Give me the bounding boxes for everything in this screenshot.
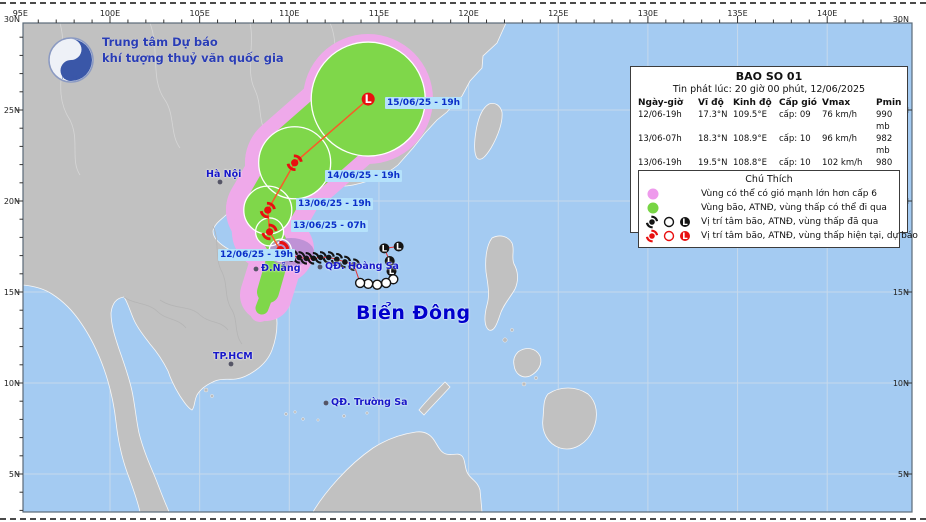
- table-header-cell: Vĩ độ: [698, 97, 733, 109]
- legend-item-label: Vị trí tâm bão, ATNĐ, vùng thấp hiện tại…: [701, 231, 918, 241]
- track-date-label: 13/06/25 - 19h: [296, 198, 373, 210]
- table-cell: 108.9°E: [733, 133, 779, 157]
- table-header-cell: Vmax: [822, 97, 876, 109]
- svg-text:L: L: [682, 218, 688, 228]
- legend-item: Vùng bão, ATNĐ, vùng thấp có thể đi qua: [639, 201, 899, 215]
- table-cell: 76 km/h: [822, 109, 876, 133]
- place-dot: [229, 362, 234, 367]
- place-label: QĐ. Trường Sa: [331, 397, 408, 408]
- table-header-cell: Kinh độ: [733, 97, 779, 109]
- low-pressure-circle-icon: [382, 278, 391, 287]
- place-label: TP.HCM: [213, 351, 253, 362]
- depression-L-icon: L: [680, 217, 690, 228]
- past-markers-icon: L: [643, 215, 701, 229]
- logo-line2: khí tượng thuỷ văn quốc gia: [102, 50, 284, 66]
- issued-time: Tin phát lúc: 20 giờ 00 phút, 12/06/2025: [631, 83, 907, 97]
- legend-item: LVị trí tâm bão, ATNĐ, vùng thấp hiện tạ…: [639, 229, 899, 243]
- track-date-label: 14/06/25 - 19h: [325, 170, 402, 182]
- table-header-cell: Ngày-giờ: [638, 97, 698, 109]
- typhoon-icon: [646, 230, 658, 243]
- table-cell: 96 km/h: [822, 133, 876, 157]
- place-dot: [218, 180, 223, 185]
- nchmf-logo: NCHMF Trung tâm Dự báo khí tượng thuỷ vă…: [46, 34, 284, 88]
- legend-item-label: Vùng bão, ATNĐ, vùng thấp có thể đi qua: [701, 203, 887, 213]
- legend-item: Vùng có thể có gió mạnh lớn hơn cấp 6: [639, 187, 899, 201]
- svg-text:L: L: [682, 232, 688, 242]
- track-date-label: 12/06/25 - 19h: [218, 249, 295, 261]
- table-header-cell: Cấp gió: [779, 97, 822, 109]
- nchmf-emblem-icon: NCHMF: [46, 34, 96, 88]
- svg-text:30N: 30N: [893, 15, 909, 24]
- depression-L-icon: L: [680, 231, 690, 242]
- place-label: Hà Nội: [206, 169, 241, 180]
- table-cell: 990 mb: [876, 109, 908, 133]
- track-date-label: 13/06/25 - 07h: [291, 220, 368, 232]
- typhoon-icon: [646, 216, 658, 229]
- place-dot: [324, 401, 329, 406]
- place-dot: [254, 267, 259, 272]
- table-cell: cấp: 09: [779, 109, 822, 133]
- place-label: Đ.Nẵng: [261, 263, 301, 274]
- track-area-circle-icon: [643, 201, 701, 215]
- legend-box: Chú Thích Vùng có thể có gió mạnh lớn hơ…: [638, 170, 900, 248]
- svg-text:L: L: [382, 244, 388, 254]
- storm-title: BAO SO 01: [631, 67, 907, 83]
- svg-text:L: L: [396, 243, 402, 253]
- table-cell: 109.5°E: [733, 109, 779, 133]
- track-date-label: 15/06/25 - 19h: [385, 97, 462, 109]
- sea-name-label: Biển Đông: [356, 302, 471, 324]
- svg-text:NCHMF: NCHMF: [62, 75, 80, 81]
- table-cell: cấp: 10: [779, 133, 822, 157]
- svg-text:30N: 30N: [4, 15, 20, 24]
- table-cell: 12/06-19h: [638, 109, 698, 133]
- legend-item: L Vị trí tâm bão, ATNĐ, vùng thấp đã qua: [639, 215, 899, 229]
- place-label: QĐ. Hoàng Sa: [325, 261, 399, 272]
- place-dot: [318, 265, 323, 270]
- table-cell: 13/06-07h: [638, 133, 698, 157]
- table-header-cell: Pmin: [876, 97, 908, 109]
- logo-line1: Trung tâm Dự báo: [102, 34, 284, 50]
- table-cell: 18.3°N: [698, 133, 733, 157]
- svg-text:L: L: [365, 93, 372, 106]
- table-cell: 982 mb: [876, 133, 908, 157]
- low-pressure-circle-icon: [356, 278, 365, 287]
- storm-forecast-page: LLLLL 95E100E105E110E115E120E125E130E135…: [0, 0, 926, 522]
- current-markers-icon: L: [643, 229, 701, 243]
- legend-title: Chú Thích: [639, 171, 899, 187]
- legend-item-label: Vị trí tâm bão, ATNĐ, vùng thấp đã qua: [701, 217, 878, 227]
- table-cell: 17.3°N: [698, 109, 733, 133]
- low-pressure-circle-icon: [373, 280, 382, 289]
- wind-area-circle-icon: [643, 187, 701, 201]
- legend-item-label: Vùng có thể có gió mạnh lớn hơn cấp 6: [701, 189, 877, 199]
